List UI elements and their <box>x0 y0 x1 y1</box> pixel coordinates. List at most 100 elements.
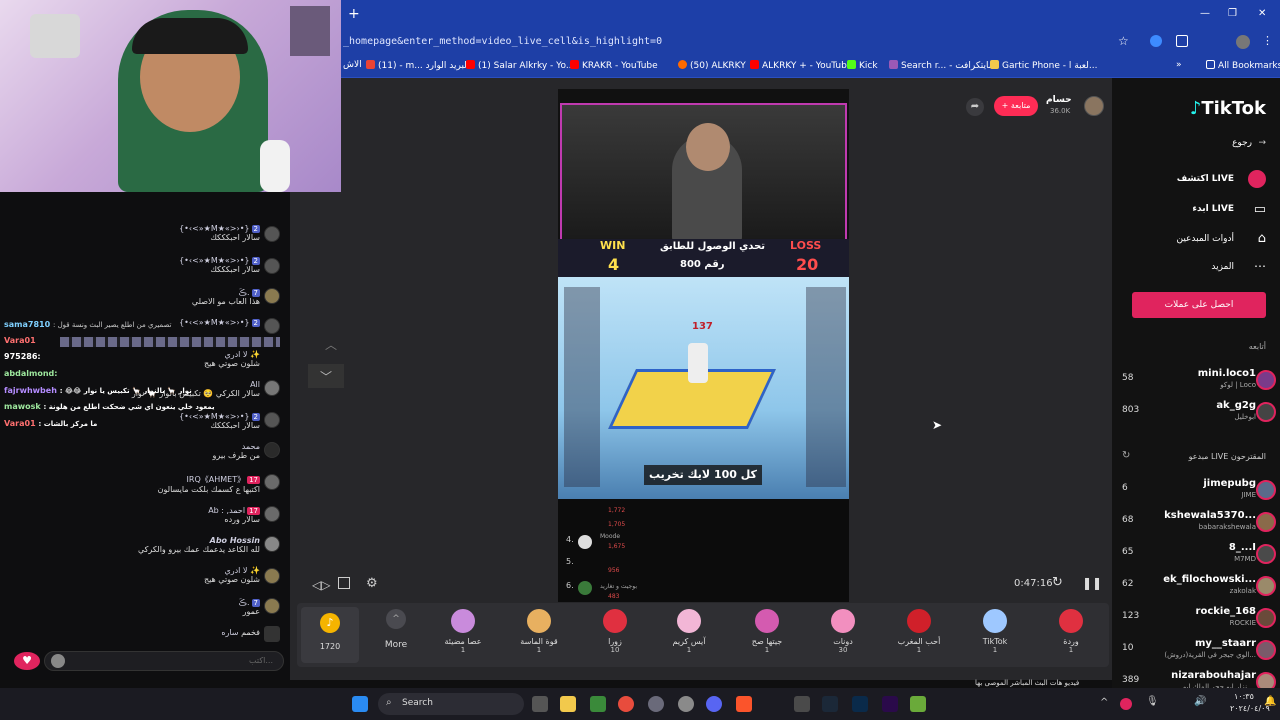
emoji-icon[interactable] <box>51 654 65 668</box>
puzzle-icon[interactable] <box>1176 35 1188 47</box>
bookmark-item[interactable]: KRAKR - YouTube <box>570 60 658 71</box>
bookmark-item[interactable]: Gartic Phone - لعبة ا... <box>990 60 1097 71</box>
rose-icon <box>1059 609 1083 633</box>
task-view-icon[interactable] <box>532 696 548 712</box>
discord-icon[interactable] <box>706 696 722 712</box>
more-gifts-button[interactable]: ^ More <box>379 609 413 650</box>
refresh-icon[interactable]: ↻ <box>1122 450 1130 461</box>
search-icon: ⌕ <box>386 697 392 708</box>
gift-item[interactable]: آيس كريم 1 <box>659 609 719 654</box>
suggested-account[interactable]: 62 ek_filochowski... zakolak <box>1112 572 1280 604</box>
tiktok-logo[interactable]: ♪TikTok <box>1190 98 1266 119</box>
back-button[interactable]: رجوع <box>1232 138 1252 148</box>
nav-more[interactable]: المزيد <box>1211 262 1234 272</box>
share-icon[interactable]: ➦ <box>966 98 984 116</box>
star-icon[interactable]: ☆ <box>1118 34 1129 48</box>
suggested-account[interactable]: 65 8_...I M7MD <box>1112 540 1280 572</box>
gift-item[interactable]: TikTok 1 <box>965 609 1025 654</box>
ice-cream-icon <box>677 609 701 633</box>
bookmark-item[interactable]: (11) - m... البريد الوارد <box>366 60 469 71</box>
gift-item[interactable]: عصا مضيئة 1 <box>433 609 493 654</box>
host-avatar[interactable] <box>1084 96 1104 116</box>
nav-creator-tools[interactable]: أدوات المبدعين <box>1176 234 1234 244</box>
taskbar-search[interactable]: ⌕ Search <box>378 693 524 715</box>
chevron-up-icon[interactable]: ︿ <box>318 336 344 356</box>
gift-item[interactable]: زورا 10 <box>585 609 645 654</box>
obs-icon[interactable] <box>648 696 664 712</box>
notification-icon[interactable]: 🔔 <box>1264 696 1276 707</box>
suggested-account[interactable]: 123 rockie_168 ROCKIE <box>1112 604 1280 636</box>
bookmark-item[interactable]: الاش <box>343 60 362 70</box>
pause-icon[interactable]: ❚❚ <box>1082 576 1102 590</box>
chevron-down-icon[interactable]: ﹀ <box>308 364 344 388</box>
rank-number: 5. <box>566 557 574 566</box>
steam-icon[interactable] <box>822 696 838 712</box>
gift-item[interactable]: أحب المغرب 1 <box>889 609 949 654</box>
get-coins-button[interactable]: احصل على عملات <box>1132 292 1266 318</box>
bookmark-item[interactable]: (50) ALKRKY <box>678 60 746 71</box>
bookmark-item[interactable]: Kick <box>847 60 878 71</box>
chat-message: {•‹<»★M★«>›•} 2 <box>179 318 260 327</box>
tray-chevron-icon[interactable]: ^ <box>1100 697 1108 708</box>
url-text[interactable]: _homepage&enter_method=video_live_cell&i… <box>343 36 662 47</box>
windows-start-icon[interactable] <box>352 696 368 712</box>
chat-message: لا ادري ✨ شلون صوتي هيج <box>203 350 260 368</box>
arrow-icon[interactable]: → <box>1258 138 1266 148</box>
refresh-icon[interactable]: ↻ <box>1052 575 1063 590</box>
coin-balance[interactable]: ♪ 1720 <box>301 607 359 663</box>
suggested-account[interactable]: 389 nizarabouhajar نزار ابو حجر الملك ابو … <box>1112 668 1280 692</box>
heart-icon[interactable]: ♥ <box>14 652 40 670</box>
all-bookmarks[interactable]: All Bookmarks <box>1206 60 1280 71</box>
app-icon[interactable] <box>794 696 810 712</box>
youtube-icon <box>570 60 579 69</box>
more-bookmarks-icon[interactable]: » <box>1176 60 1182 70</box>
avatar <box>264 568 280 584</box>
nav-start-live[interactable]: ابدء LIVE <box>1192 204 1234 214</box>
bookmark-item[interactable]: (1) Salar Alkrky - Yo... <box>466 60 574 71</box>
chat-input[interactable]: اكتب... <box>44 651 284 671</box>
premiere-icon[interactable] <box>882 696 898 712</box>
gift-item[interactable]: جيتها صح 1 <box>737 609 797 654</box>
photoshop-icon[interactable] <box>852 696 868 712</box>
profile-avatar[interactable] <box>1236 35 1250 49</box>
brave-icon[interactable] <box>736 696 752 712</box>
settings-icon[interactable]: ⚙ <box>366 576 378 591</box>
suggested-account[interactable]: 6 jimepubg JIME <box>1112 476 1280 508</box>
gift-item[interactable]: قوة الماسة 1 <box>509 609 569 654</box>
follow-button[interactable]: + متابعة <box>994 96 1038 116</box>
live-video[interactable]: WIN 4 تحدي الوصول للطابق 800 رقم LOSS 20… <box>558 89 849 602</box>
like-goal-text: كل 100 لايك تخريب <box>644 465 762 485</box>
minimize-icon[interactable]: — <box>1200 8 1210 19</box>
gift-item[interactable]: وردة 1 <box>1041 609 1101 654</box>
avatar <box>264 318 280 334</box>
fullscreen-icon[interactable] <box>338 577 350 589</box>
following-account[interactable]: 58 mini.loco1 لوكو | Loco <box>1112 366 1280 398</box>
suggested-account[interactable]: 10 my__staarr الوي جيجر في القرية(دروش)... <box>1112 636 1280 668</box>
suggested-account[interactable]: 68 kshewala5370... babarakshewala <box>1112 508 1280 540</box>
new-tab-button[interactable]: + <box>348 6 360 22</box>
chrome-icon[interactable] <box>618 696 634 712</box>
bookmark-item[interactable]: Search r... - مايتكرافت <box>889 60 994 71</box>
file-explorer-icon[interactable] <box>560 696 576 712</box>
host-name[interactable]: حسام <box>1046 95 1072 105</box>
microphone-icon[interactable]: 🎙 <box>1146 696 1159 707</box>
rank-score: 956 <box>608 567 620 574</box>
overlay-chat-line: 975286: <box>4 352 41 361</box>
minecraft-icon[interactable] <box>910 696 926 712</box>
avatar <box>1256 544 1276 564</box>
store-icon[interactable] <box>590 696 606 712</box>
nav-explore-live[interactable]: اكتشف LIVE <box>1177 174 1234 184</box>
gift-item[interactable]: دونات 30 <box>813 609 873 654</box>
volume-icon[interactable]: 🔊 <box>1194 696 1206 707</box>
close-window-icon[interactable]: ✕ <box>1258 8 1266 19</box>
bookmark-item[interactable]: ALKRKY + - YouTube <box>750 60 852 71</box>
extension-icon[interactable] <box>1150 35 1162 47</box>
settings-icon[interactable] <box>678 696 694 712</box>
tray-app-icon[interactable] <box>1120 698 1132 710</box>
menu-icon[interactable]: ⋮ <box>1262 34 1273 47</box>
avatar <box>1256 480 1276 500</box>
volume-icon[interactable]: ◁▷ <box>312 578 330 592</box>
following-account[interactable]: 803 ak_g2g ابوخليل <box>1112 398 1280 430</box>
maximize-icon[interactable]: ❐ <box>1228 8 1237 19</box>
rank-name: بوجيت و تغاريد <box>600 583 638 590</box>
